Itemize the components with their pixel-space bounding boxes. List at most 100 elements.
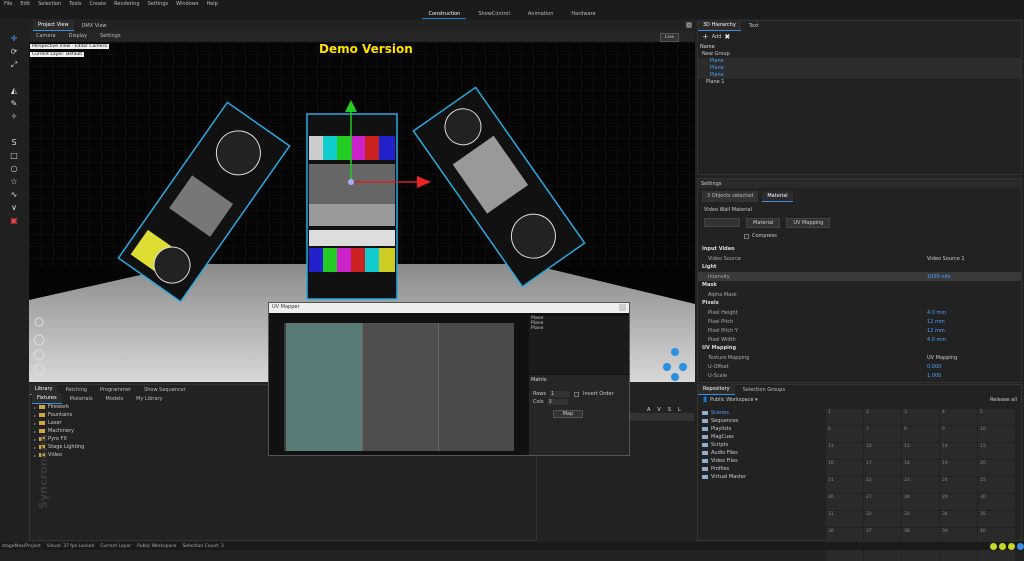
cue-slot[interactable]: 17 xyxy=(864,460,901,476)
property-value[interactable]: 1.000 xyxy=(927,373,1017,379)
menu-item-create[interactable]: Create xyxy=(85,0,110,9)
hierarchy-item[interactable]: Plane xyxy=(698,72,1021,79)
repo-item[interactable]: Scenes xyxy=(702,409,822,417)
compress-checkbox[interactable] xyxy=(744,233,749,239)
cue-slot[interactable]: 5 xyxy=(978,409,1015,425)
tab-display[interactable]: Display xyxy=(64,31,92,41)
expand-icon[interactable]: ▸ xyxy=(34,429,36,434)
menu-item-file[interactable]: File xyxy=(0,0,16,9)
repo-item[interactable]: Profiles xyxy=(702,465,822,473)
expand-icon[interactable]: ▸ xyxy=(34,445,36,450)
menu-item-help[interactable]: Help xyxy=(202,0,221,9)
menu-item-windows[interactable]: Windows xyxy=(172,0,202,9)
hierarchy-item[interactable]: Plane xyxy=(698,65,1021,72)
mode-tab-animation[interactable]: Animation xyxy=(522,9,560,19)
rows-input[interactable]: 1 xyxy=(550,391,571,397)
settings-label[interactable]: Settings xyxy=(701,181,722,187)
cue-slot[interactable]: 3 xyxy=(902,409,939,425)
cue-slot[interactable]: 21 xyxy=(826,477,863,493)
repo-item[interactable]: Audio Files xyxy=(702,449,822,457)
plus-icon[interactable]: + xyxy=(702,32,709,41)
tab-repository[interactable]: Repository xyxy=(698,384,735,395)
cue-slot[interactable]: 16 xyxy=(826,460,863,476)
hierarchy-item[interactable]: New Group xyxy=(698,51,1021,58)
tab-lib-sub-3[interactable]: My Library xyxy=(131,394,167,404)
menu-item-tools[interactable]: Tools xyxy=(65,0,85,9)
property-value[interactable]: 12 mm xyxy=(927,328,1017,334)
menu-item-rendering[interactable]: Rendering xyxy=(110,0,144,9)
tab-selected-objects[interactable]: 3 Objects selected xyxy=(702,191,759,202)
property-row[interactable]: Pixel Height 4.0 mm xyxy=(698,308,1021,317)
delete-icon[interactable]: ✖ xyxy=(724,33,730,41)
cue-slot[interactable]: 4 xyxy=(940,409,977,425)
tab-dmx-view[interactable]: DMX View xyxy=(77,21,112,31)
brush-tool-icon[interactable]: ✎ xyxy=(9,99,19,108)
cue-slot[interactable]: 31 xyxy=(826,511,863,527)
menu-item-settings[interactable]: Settings xyxy=(144,0,173,9)
property-value[interactable]: 4.0 mm xyxy=(927,310,1017,316)
cue-slot[interactable]: 14 xyxy=(940,443,977,459)
property-value[interactable]: 12 mm xyxy=(927,319,1017,325)
cue-slot[interactable]: 2 xyxy=(864,409,901,425)
uv-cell-1[interactable] xyxy=(286,323,362,451)
cue-slot[interactable]: 28 xyxy=(902,494,939,510)
rotate-tool-icon[interactable]: ⟳ xyxy=(9,47,19,56)
property-row[interactable]: Intensity 1000 nits xyxy=(698,272,1021,281)
cue-slot[interactable]: 19 xyxy=(940,460,977,476)
cue-slot[interactable]: 10 xyxy=(978,426,1015,442)
maximize-icon[interactable]: ▢ xyxy=(686,22,692,28)
property-row[interactable]: Pixel Width 4.0 mm xyxy=(698,335,1021,344)
scale-tool-icon[interactable]: ⤢ xyxy=(9,60,19,69)
mode-tab-construction[interactable]: Construction xyxy=(422,9,467,19)
release-all-button[interactable]: Release all xyxy=(990,397,1017,403)
property-row[interactable]: Alpha Mask xyxy=(698,290,1021,299)
tab-settings[interactable]: Settings xyxy=(95,31,126,41)
property-value[interactable]: Video Source 1 xyxy=(927,256,1017,262)
cols-input[interactable]: 3 xyxy=(547,399,568,405)
cue-slot[interactable]: 24 xyxy=(940,477,977,493)
hierarchy-item[interactable]: Plane xyxy=(698,58,1021,65)
circle-tool-icon[interactable]: ○ xyxy=(9,164,19,173)
spline-tool-icon[interactable]: S xyxy=(9,138,19,147)
map-button[interactable]: Map xyxy=(553,410,583,418)
cue-slot[interactable]: 34 xyxy=(940,511,977,527)
cue-slot[interactable]: 13 xyxy=(902,443,939,459)
repo-item[interactable]: Playlists xyxy=(702,425,822,433)
property-value[interactable]: 1000 nits xyxy=(927,274,1017,280)
cue-slot[interactable]: 1 xyxy=(826,409,863,425)
tab-project-view[interactable]: Project View xyxy=(33,20,74,31)
cue-slot[interactable]: 18 xyxy=(902,460,939,476)
cue-slot[interactable]: 23 xyxy=(902,477,939,493)
move-tool-icon[interactable]: ✛ xyxy=(9,34,19,43)
cue-slot[interactable]: 33 xyxy=(902,511,939,527)
property-row[interactable]: Pixel Pitch Y 12 mm xyxy=(698,326,1021,335)
uv-cell-2[interactable] xyxy=(362,323,438,451)
cue-slot[interactable]: 12 xyxy=(864,443,901,459)
invert-checkbox[interactable] xyxy=(574,391,580,397)
tab-selection-groups[interactable]: Selection Groups xyxy=(738,385,790,395)
cue-slot[interactable]: 30 xyxy=(978,494,1015,510)
property-row[interactable]: U-Offset 0.000 xyxy=(698,362,1021,371)
mode-tab-showcontrol[interactable]: ShowControl xyxy=(472,9,516,19)
property-row[interactable]: U-Scale 1.000 xyxy=(698,371,1021,380)
uv-mapping-button[interactable]: UV Mapping xyxy=(786,218,831,228)
cue-slot[interactable]: 9 xyxy=(940,426,977,442)
material-button[interactable]: Material xyxy=(746,218,781,228)
cue-slot[interactable]: 7 xyxy=(864,426,901,442)
pin-tool-icon[interactable]: ✧ xyxy=(9,112,19,121)
live-button[interactable]: Live xyxy=(660,33,680,42)
property-value[interactable]: 4.0 mm xyxy=(927,337,1017,343)
spot-light-icon[interactable]: ◭ xyxy=(9,86,19,95)
menu-item-selection[interactable]: Selection xyxy=(34,0,65,9)
property-value[interactable]: 0.000 xyxy=(927,364,1017,370)
cue-slot[interactable]: 6 xyxy=(826,426,863,442)
camera-tool-icon[interactable]: ▣ xyxy=(9,216,19,225)
expand-icon[interactable]: ▸ xyxy=(34,413,36,418)
property-value[interactable]: UV Mapping xyxy=(927,355,1017,361)
cue-slot[interactable]: 27 xyxy=(864,494,901,510)
expand-icon[interactable]: ▸ xyxy=(34,421,36,426)
square-tool-icon[interactable]: □ xyxy=(9,151,19,160)
repo-item[interactable]: Virtual Master xyxy=(702,473,822,481)
workspace-selector[interactable]: Public Workspace xyxy=(710,397,754,403)
repo-item[interactable]: Sequences xyxy=(702,417,822,425)
